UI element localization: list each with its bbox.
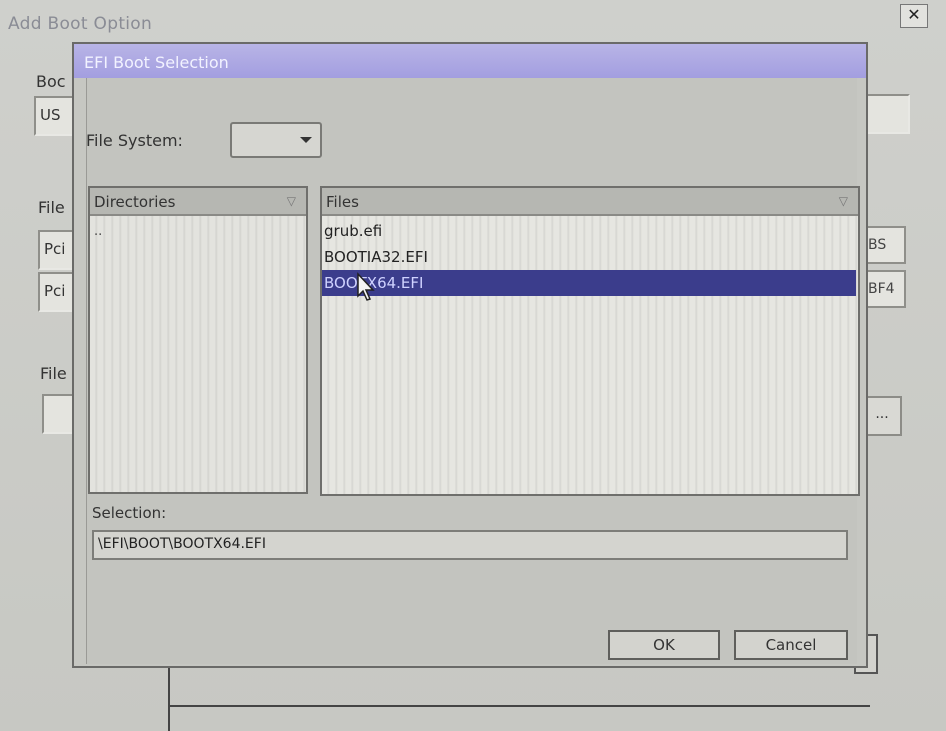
chevron-down-icon (300, 137, 312, 143)
files-header[interactable]: Files ▽ (322, 188, 858, 216)
file-system-list-label: File (38, 198, 65, 217)
selection-label: Selection: (92, 504, 167, 522)
directories-list[interactable]: .. (90, 216, 306, 492)
pci-option-2-tail[interactable]: BF4 (864, 270, 906, 308)
files-pane: Files ▽ grub.efi BOOTIA32.EFI BOOTX64.EF… (320, 186, 860, 496)
directories-header-label: Directories (94, 193, 176, 211)
boot-description-field-tail[interactable] (866, 94, 910, 134)
selection-field[interactable]: \EFI\BOOT\BOOTX64.EFI (92, 530, 848, 560)
pci-option-1-tail[interactable]: BS (864, 226, 906, 264)
file-item-bootia32-efi[interactable]: BOOTIA32.EFI (322, 244, 856, 270)
close-icon[interactable]: ✕ (900, 4, 928, 28)
outer-titlebar: Add Boot Option (0, 4, 900, 34)
browse-button[interactable]: ... (862, 396, 902, 436)
files-list[interactable]: grub.efi BOOTIA32.EFI BOOTX64.EFI (322, 216, 858, 494)
file-item-grub-efi[interactable]: grub.efi (322, 218, 856, 244)
divider (170, 705, 870, 707)
file-name-label: File (40, 364, 67, 383)
boot-description-label: Boc (36, 72, 66, 91)
dialog-titlebar: EFI Boot Selection (74, 44, 866, 78)
outer-window-title: Add Boot Option (8, 14, 153, 34)
directories-pane: Directories ▽ .. (88, 186, 308, 494)
file-system-dropdown[interactable] (230, 122, 322, 158)
mouse-cursor-icon (357, 272, 375, 301)
sort-icon[interactable]: ▽ (839, 194, 848, 208)
cancel-button[interactable]: Cancel (734, 630, 848, 660)
sort-icon[interactable]: ▽ (287, 194, 296, 208)
files-header-label: Files (326, 193, 359, 211)
file-item-bootx64-efi[interactable]: BOOTX64.EFI (322, 270, 856, 301)
directories-header[interactable]: Directories ▽ (90, 188, 306, 216)
ok-button[interactable]: OK (608, 630, 720, 660)
file-system-label: File System: (86, 131, 183, 150)
directory-item-parent[interactable]: .. (94, 224, 102, 239)
dialog-title: EFI Boot Selection (84, 53, 229, 72)
efi-boot-selection-dialog: EFI Boot Selection File System: Director… (72, 42, 868, 668)
